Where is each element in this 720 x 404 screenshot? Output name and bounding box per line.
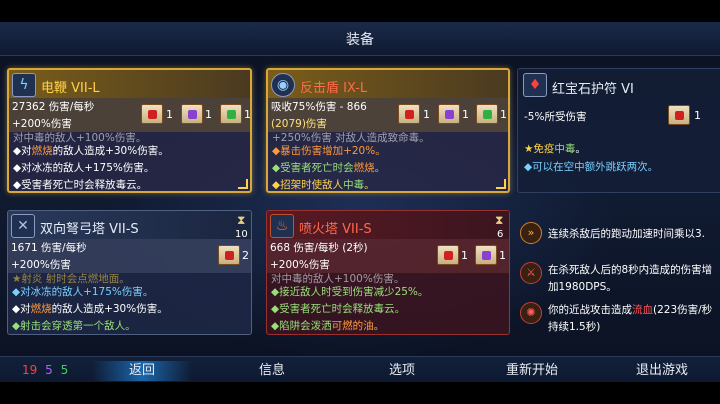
perk-text-line2: 加1980DPS。 (548, 281, 617, 293)
scroll-count: 1 (500, 108, 507, 121)
item-dps: 1671 伤害/每秒 (11, 242, 87, 254)
item-effect: ◆对燃烧的敌人造成+30%伤害。 (13, 145, 169, 157)
back-button[interactable]: 返回 (92, 361, 192, 381)
item-card-electric-whip[interactable]: ϟ 电鞭 VII-L 27362 伤害/每秒 +200%伤害 1 1 1 对中毒… (7, 68, 252, 193)
card-header: ϟ 电鞭 VII-L (9, 70, 250, 98)
item-name: 反击盾 IX-L (300, 81, 368, 96)
item-damage-bonus: +200%伤害 (11, 259, 71, 271)
scroll-purple-icon (181, 104, 203, 124)
scroll-red-icon (668, 105, 690, 125)
item-damage-reduction: -5%所受伤害 (524, 111, 587, 123)
header-bar: 装备 (0, 22, 720, 56)
item-name: 红宝石护符 VI (552, 82, 634, 97)
scroll-count: 1 (166, 108, 173, 121)
speed-perk-icon: » (520, 222, 542, 244)
shield-icon: ◉ (271, 73, 295, 97)
item-damage-bonus: +200%伤害 (270, 259, 330, 271)
perk-text: 连续杀敌后的跑动加速时间乘以3. (548, 228, 706, 240)
perk-text-line2: 持续1.5秒) (548, 321, 601, 333)
item-card-ruby-amulet[interactable]: ♦ 红宝石护符 VI -5%所受伤害 1 ★免疫中毒。 ◆可以在空中额外跳跃两次… (517, 68, 720, 193)
crossbow-icon: ✕ (11, 214, 35, 238)
item-name: 电鞭 VII-L (41, 81, 100, 96)
perk-text: 你的近战攻击造成流血(223伤害/秒 (548, 304, 713, 316)
card-header: ◉ 反击盾 IX-L (268, 70, 508, 98)
sword-perk-icon: ⚔ (520, 262, 542, 284)
item-effect: ◆招架时使敌人中毒。 (272, 179, 375, 191)
scroll-red-icon (398, 104, 420, 124)
letterbox-bottom (0, 382, 720, 404)
item-effect: ★免疫中毒。 (524, 143, 586, 155)
whip-icon: ϟ (12, 73, 36, 97)
card-corner (238, 179, 248, 189)
scroll-count: 1 (205, 108, 212, 121)
stat-brutality: 19 (22, 363, 38, 377)
card-header: ♨ 喷火塔 VII-S (267, 211, 509, 239)
scroll-red-icon (141, 104, 163, 124)
scroll-count: 1 (499, 249, 506, 262)
item-effect: ◆受害者死亡时会释放毒云。 (271, 303, 406, 315)
item-card-flamethrower[interactable]: ♨ 喷火塔 VII-S ⧗ 6 668 伤害/每秒 (2秒) +200%伤害 1… (266, 210, 510, 335)
scroll-count: 1 (423, 108, 430, 121)
item-effect: ◆对燃烧的敌人造成+30%伤害。 (12, 303, 168, 315)
stat-tactics: 5 (45, 363, 53, 377)
item-card-double-crossbow[interactable]: ✕ 双向弩弓塔 VII-S ⧗ 10 1671 伤害/每秒 +200%伤害 2 … (7, 210, 252, 335)
hourglass-icon: ⧗ (237, 213, 246, 227)
bleed-perk-icon: ✺ (520, 302, 542, 324)
scroll-count: 2 (242, 249, 249, 262)
card-header: ✕ 双向弩弓塔 VII-S (8, 211, 251, 239)
item-name: 喷火塔 VII-S (299, 222, 372, 237)
item-effect: ◆对冰冻的敌人+175%伤害。 (12, 286, 154, 298)
flame-icon: ♨ (270, 214, 294, 238)
scroll-purple-icon (438, 104, 460, 124)
letterbox-top (0, 0, 720, 22)
page-title: 装备 (346, 32, 374, 48)
item-effect: ◆受害者死亡时会燃烧。 (272, 162, 386, 174)
scroll-stats: 19 5 5 (22, 363, 68, 377)
hourglass-icon: ⧗ (495, 213, 504, 227)
perk-text: 在杀死敌人后的8秒内造成的伤害增 (548, 264, 713, 276)
scroll-red-icon (218, 245, 240, 265)
scroll-green-icon (220, 104, 242, 124)
item-effect: ◆射击会穿透第一个敌人。 (12, 320, 136, 332)
item-effect: ◆接近敌人时受到伤害减少25%。 (271, 286, 429, 298)
scroll-count: 1 (462, 108, 469, 121)
scroll-count: 1 (694, 109, 701, 122)
options-button[interactable]: 选项 (352, 361, 452, 381)
amulet-icon: ♦ (523, 73, 547, 97)
inventory-screen: 装备 ϟ 电鞭 VII-L 27362 伤害/每秒 +200%伤害 1 1 1 … (0, 0, 720, 404)
info-button[interactable]: 信息 (222, 361, 322, 381)
item-effect: ◆对冰冻的敌人+175%伤害。 (13, 162, 155, 174)
restart-button[interactable]: 重新开始 (482, 361, 582, 381)
item-damage-bonus: +200%伤害 (12, 118, 72, 130)
quit-game-button[interactable]: 退出游戏 (612, 361, 712, 381)
scroll-count: 1 (244, 108, 251, 121)
item-absorb: 吸收75%伤害 - 866 (271, 101, 367, 113)
item-absorb-damage: (2079)伤害 (271, 118, 327, 130)
item-dps: 668 伤害/每秒 (2秒) (270, 242, 368, 254)
scroll-red-icon (437, 245, 459, 265)
item-effect: ◆暴击伤害增加+20%。 (272, 145, 386, 157)
item-effect: ◆受害者死亡时会释放毒云。 (13, 179, 148, 191)
item-card-counter-shield[interactable]: ◉ 反击盾 IX-L 吸收75%伤害 - 866 (2079)伤害 1 1 1 … (266, 68, 510, 193)
scroll-count: 1 (461, 249, 468, 262)
item-dps: 27362 伤害/每秒 (12, 101, 95, 113)
item-name: 双向弩弓塔 VII-S (40, 222, 139, 237)
item-effect: ◆可以在空中额外跳跃两次。 (524, 161, 659, 173)
item-effect: ◆陷阱会泼洒可燃的油。 (271, 320, 385, 332)
scroll-green-icon (476, 104, 498, 124)
scroll-purple-icon (475, 245, 497, 265)
card-corner (496, 179, 506, 189)
stat-survival: 5 (60, 363, 69, 377)
